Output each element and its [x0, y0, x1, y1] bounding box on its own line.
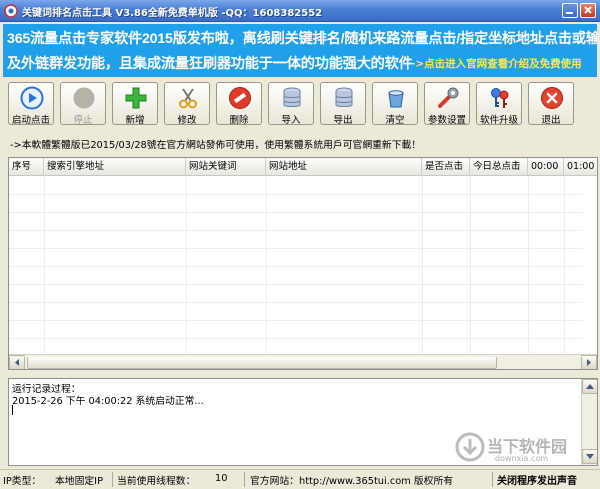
website-info: 官方网站：http://www.365tui.com 版权所有 [250, 476, 454, 487]
import-label: 导入 [281, 115, 301, 126]
stop-label: 停止 [73, 115, 93, 126]
scissors-icon [179, 88, 197, 109]
table-row [9, 284, 583, 285]
arrow-right-icon [587, 359, 591, 366]
status-separator [492, 472, 493, 487]
promo-banner[interactable]: 365流量点击专家软件2015版发布啦，离线刷关键排名/随机来路流量点击/指定坐… [3, 24, 597, 77]
column-header[interactable]: 序号 [9, 158, 44, 176]
column-header[interactable]: 是否点击 [422, 158, 470, 176]
grid-line [44, 176, 45, 353]
close-sound-button[interactable]: 关闭程序发出声音 [497, 472, 577, 487]
scroll-up-button[interactable] [582, 379, 597, 394]
table-row [9, 302, 583, 303]
notice-text: ->本軟體繁體版已2015/03/28號在官方網站發佈可使用，使用繁體系統用戶可… [10, 140, 422, 151]
plus-icon [125, 87, 147, 109]
column-header[interactable]: 00:00 [528, 158, 564, 176]
watermark-logo-icon [455, 432, 485, 462]
table-header: 序号 搜索引擎地址 网站关键词 网站地址 是否点击 今日总点击 00:00 01… [9, 158, 597, 176]
minimize-button[interactable] [562, 3, 578, 18]
banner-website-link[interactable]: ->点击进入官网查看介绍及免费使用 [411, 56, 582, 71]
status-bar: IP类型： 本地固定IP 当前使用线程数： 10 官方网站：http://www… [0, 469, 600, 489]
table-row [9, 194, 583, 195]
grid-line [422, 176, 423, 353]
upgrade-label: 软件升级 [479, 115, 518, 126]
grid-line [266, 176, 267, 353]
bucket-icon [388, 90, 404, 108]
arrow-left-icon [15, 359, 19, 366]
task-table[interactable]: 序号 搜索引擎地址 网站关键词 网站地址 是否点击 今日总点击 00:00 01… [8, 157, 598, 370]
clear-label: 清空 [385, 115, 405, 126]
exit-button[interactable]: 退出 [528, 82, 574, 126]
window-title: 关键词排名点击工具 V3.86全新免费单机版 -QQ：1608382552 [22, 8, 323, 19]
settings-button[interactable]: 参数设置 [424, 82, 470, 126]
watermark-subtext: downxia.com [495, 454, 549, 463]
start-click-button[interactable]: 启动点击 [8, 82, 54, 126]
log-line: 2015-2-26 下午 04:00:22 系统启动正常... [12, 396, 204, 407]
settings-label: 参数设置 [427, 115, 466, 126]
delete-button[interactable]: 删除 [216, 82, 262, 126]
add-button[interactable]: 新增 [112, 82, 158, 126]
banner-line-2: 及外链群发功能，且集成流量狂刷器功能于一体的功能强大的软件 [7, 56, 413, 72]
arrow-up-icon [586, 384, 594, 389]
start-click-label: 启动点击 [11, 115, 50, 126]
table-row [9, 248, 583, 249]
no-entry-icon [229, 87, 251, 109]
database-icon [283, 87, 301, 107]
watermark: 当下软件园 downxia.com [455, 432, 595, 468]
scroll-right-button[interactable] [581, 355, 597, 369]
grid-line [564, 176, 565, 353]
table-row [9, 320, 583, 321]
table-row [9, 356, 583, 357]
close-icon [584, 6, 592, 14]
close-icon [541, 87, 563, 109]
keys-icon [491, 88, 509, 108]
text-caret [12, 405, 13, 415]
banner-line-1: 365流量点击专家软件2015版发布啦，离线刷关键排名/随机来路流量点击/指定坐… [7, 31, 597, 47]
export-button[interactable]: 导出 [320, 82, 366, 126]
scroll-thumb[interactable] [27, 356, 497, 369]
ip-type-value: 本地固定IP [55, 476, 103, 487]
scroll-left-button[interactable] [9, 355, 25, 369]
close-window-button[interactable] [580, 3, 596, 18]
column-header[interactable]: 今日总点击 [470, 158, 528, 176]
stop-button[interactable]: 停止 [60, 82, 106, 126]
grid-line [528, 176, 529, 353]
toolbar: 启动点击 停止 新增 修改 删除 导入 导出 清空 参数设置 软件升级 退出 [8, 82, 598, 126]
edit-button[interactable]: 修改 [164, 82, 210, 126]
play-icon [20, 86, 44, 110]
status-separator [244, 472, 245, 487]
title-bar: 关键词排名点击工具 V3.86全新免费单机版 -QQ：1608382552 [0, 0, 600, 22]
edit-label: 修改 [177, 115, 197, 126]
grid-line [470, 176, 471, 353]
threads-value: 10 [215, 473, 228, 484]
column-header[interactable]: 搜索引擎地址 [44, 158, 186, 176]
app-icon [4, 4, 18, 18]
add-label: 新增 [125, 115, 145, 126]
column-header[interactable]: 网站地址 [266, 158, 422, 176]
upgrade-button[interactable]: 软件升级 [476, 82, 522, 126]
table-row [9, 266, 583, 267]
grid-line [186, 176, 187, 353]
exit-label: 退出 [541, 115, 561, 126]
column-header[interactable]: 01:00 [564, 158, 597, 176]
clear-button[interactable]: 清空 [372, 82, 418, 126]
ip-type-label: IP类型： [3, 476, 42, 487]
delete-label: 删除 [229, 115, 249, 126]
wrench-icon [438, 87, 459, 108]
status-separator [112, 472, 113, 487]
database-icon [335, 87, 353, 107]
table-row [9, 212, 583, 213]
table-row [9, 338, 583, 339]
threads-label: 当前使用线程数： [117, 476, 196, 487]
export-label: 导出 [333, 115, 353, 126]
stop-icon [73, 87, 95, 109]
table-row [9, 230, 583, 231]
minimize-icon [566, 12, 573, 14]
import-button[interactable]: 导入 [268, 82, 314, 126]
column-header[interactable]: 网站关键词 [186, 158, 266, 176]
